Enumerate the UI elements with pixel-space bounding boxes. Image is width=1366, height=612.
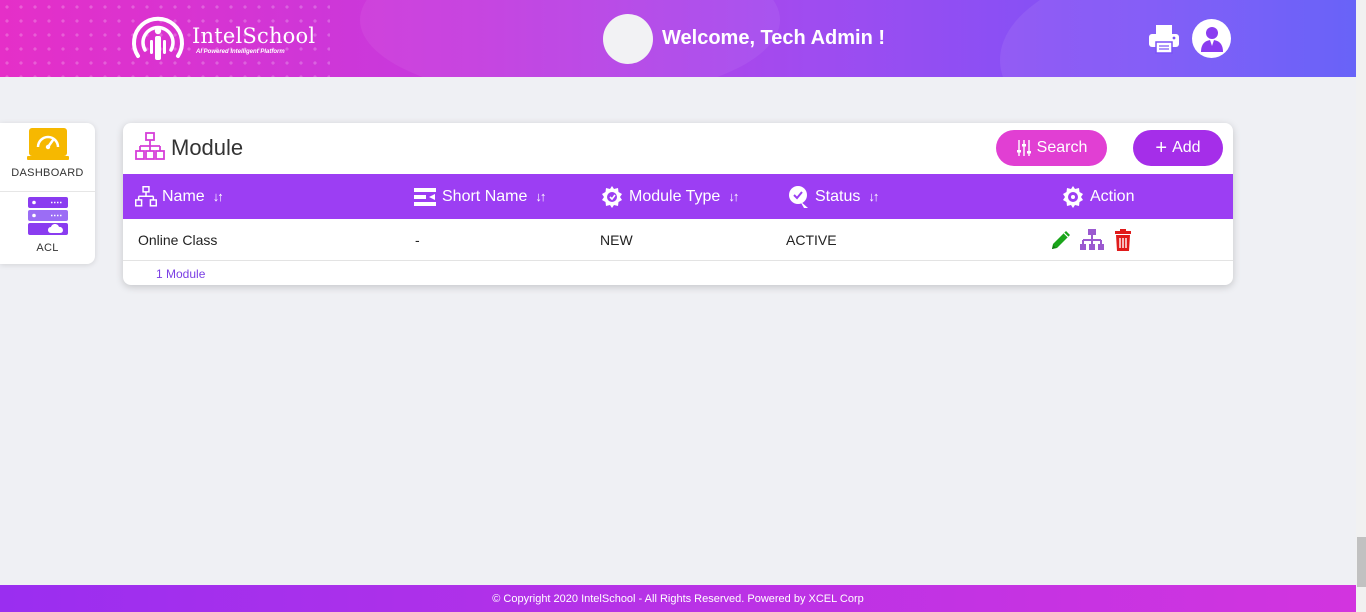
column-header-name[interactable]: Name ↓↑ [135,174,224,219]
page-title: Module [171,135,244,160]
column-header-status[interactable]: Status ↓↑ [788,174,879,219]
sidebar-item-label: DASHBOARD [11,167,84,179]
status-icon [789,185,808,208]
sort-icon[interactable]: ↓↑ [728,189,739,204]
cell-short-name: - [415,232,420,248]
hierarchy-icon[interactable] [1080,228,1104,252]
top-header: IntelSchool AI Powered Intelligent Platf… [0,0,1356,77]
gear-icon [1063,185,1083,208]
trash-icon[interactable] [1111,228,1135,252]
user-icon [1200,26,1223,52]
hierarchy-icon [135,132,165,160]
card-header: Module Search + Add [123,123,1233,174]
module-card: Module Search + Add Name ↓↑ Short Name ↓… [123,123,1233,285]
gear-icon [602,185,622,208]
record-count: 1 Module [156,267,206,281]
column-label: Action [1090,187,1135,205]
edit-pencil-icon[interactable] [1049,228,1073,252]
column-header-short-name[interactable]: Short Name ↓↑ [413,174,546,219]
search-button-label: Search [1036,139,1088,156]
brand-logo[interactable]: IntelSchool AI Powered Intelligent Platf… [128,12,315,66]
column-header-module-type[interactable]: Module Type ↓↑ [600,174,739,219]
add-button-label: Add [1172,139,1201,156]
sort-icon[interactable]: ↓↑ [213,189,224,204]
add-button[interactable]: + Add [1133,130,1223,166]
plus-icon: + [1155,137,1168,159]
column-label: Status [815,187,861,205]
sidebar-item-acl[interactable]: ACL [0,191,95,264]
intelschool-logo-icon [132,16,184,60]
scrollbar-thumb[interactable] [1357,537,1366,587]
short-name-icon [414,187,436,206]
cell-name: Online Class [138,232,218,248]
sidebar-item-label: ACL [36,242,59,254]
brand-tagline: AI Powered Intelligent Platform [196,48,285,55]
print-icon[interactable] [1148,24,1180,54]
column-header-action: Action [1061,174,1134,219]
copyright-text: © Copyright 2020 IntelSchool - All Right… [492,592,864,605]
page-scrollbar[interactable] [1356,0,1366,612]
cell-module-type: NEW [600,232,633,248]
user-profile-button[interactable] [1192,19,1231,58]
hierarchy-icon [135,185,157,207]
filter-sliders-icon [1016,140,1031,156]
dashboard-icon [26,128,69,160]
welcome-message: Welcome, Tech Admin ! [662,27,885,49]
sidebar: DASHBOARD ACL [0,123,95,264]
sidebar-item-dashboard[interactable]: DASHBOARD [0,123,95,191]
search-button[interactable]: Search [996,130,1107,166]
sort-icon[interactable]: ↓↑ [535,189,546,204]
column-label: Short Name [442,187,528,205]
sort-icon[interactable]: ↓↑ [868,189,879,204]
brand-name: IntelSchool [192,23,316,48]
table-header: Name ↓↑ Short Name ↓↑ Module Type ↓↑ Sta… [123,174,1233,219]
avatar [603,14,653,64]
table-row[interactable]: Online Class - NEW ACTIVE [123,219,1233,261]
cell-status: ACTIVE [786,232,837,248]
column-label: Name [162,187,205,205]
page-footer: © Copyright 2020 IntelSchool - All Right… [0,585,1356,612]
server-cloud-icon [27,197,68,235]
column-label: Module Type [629,187,721,205]
